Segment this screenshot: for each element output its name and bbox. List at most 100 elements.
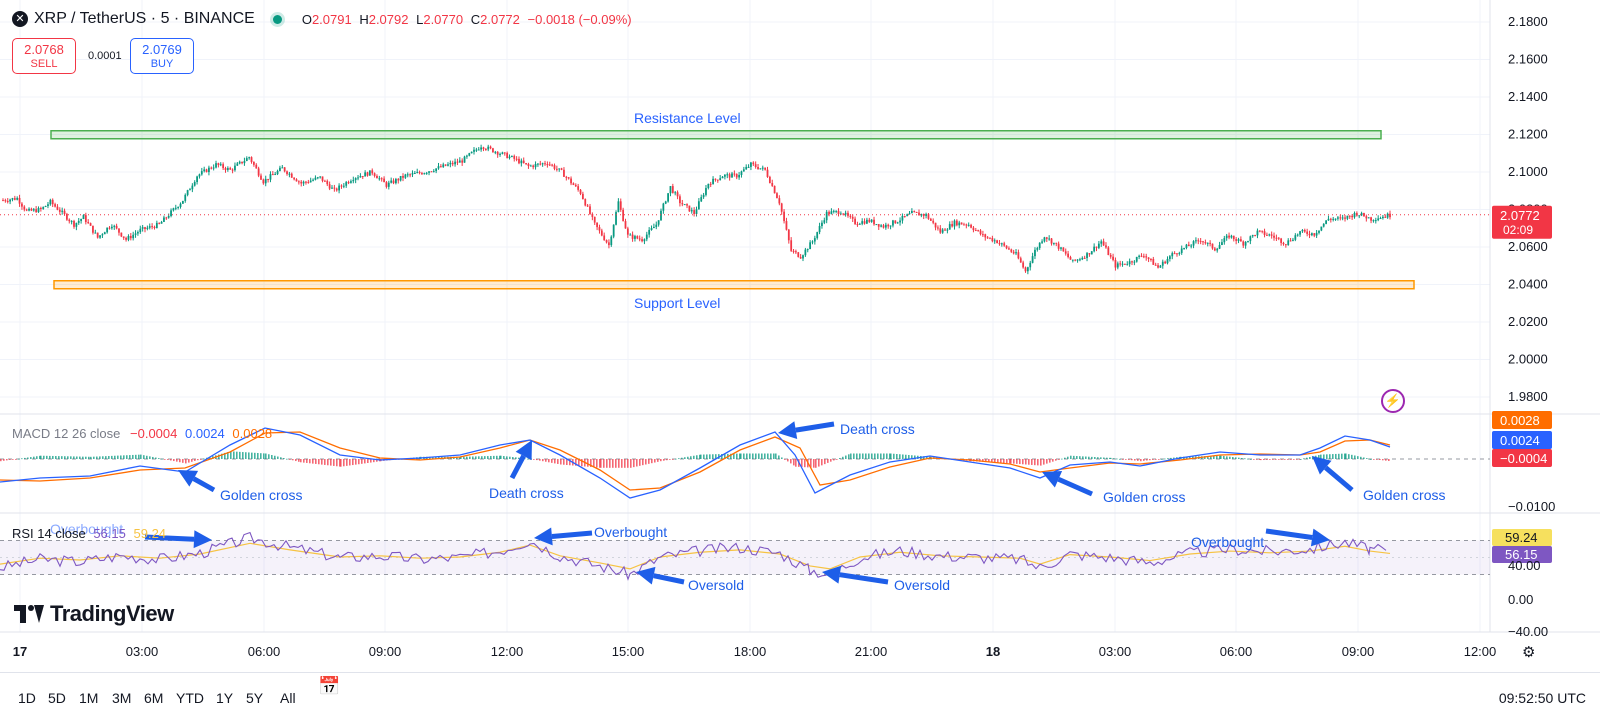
range-button-1d[interactable]: 1D (18, 690, 36, 706)
macd-hist-bar (633, 459, 635, 468)
candle-body (167, 216, 170, 218)
candle-body (790, 240, 793, 251)
candle-body (1346, 215, 1349, 219)
candle-body (203, 169, 206, 172)
range-button-all[interactable]: All (280, 690, 296, 706)
candle-body (1232, 235, 1235, 240)
macd-hist-bar (746, 453, 748, 459)
macd-legend[interactable]: MACD 12 26 close −0.0004 0.0024 0.0028 (12, 426, 272, 441)
macd-hist-bar (1058, 459, 1060, 460)
candle-body (139, 228, 142, 233)
candle-body (245, 158, 248, 161)
candle-body (1334, 218, 1337, 220)
candle-body (1090, 251, 1093, 255)
macd-hist-bar (254, 452, 256, 459)
candle-body (2, 200, 4, 202)
macd-hist-bar (778, 455, 780, 459)
settings-gear-icon[interactable]: ⚙ (1522, 643, 1535, 661)
macd-hist-bar (848, 454, 850, 459)
macd-hist-bar (651, 459, 653, 464)
candle-body (28, 208, 30, 211)
market-open-icon (272, 14, 282, 24)
annotation-arrow-shaft (653, 573, 685, 585)
candle-body (425, 172, 428, 174)
range-button-6m[interactable]: 6M (144, 690, 163, 706)
clock[interactable]: 09:52:50 UTC (1499, 690, 1586, 706)
macd-hist-bar (1055, 459, 1057, 461)
change-value: −0.0018 (−0.09%) (527, 11, 632, 27)
macd-hist-bar (200, 459, 202, 460)
macd-hist-bar (99, 456, 101, 459)
range-button-3m[interactable]: 3M (112, 690, 131, 706)
annotation-arrow-shaft (551, 530, 593, 539)
range-button-5d[interactable]: 5D (48, 690, 66, 706)
macd-hist-bar (615, 459, 617, 468)
candle-body (889, 225, 892, 227)
sell-button[interactable]: 2.0768 SELL (12, 38, 76, 74)
macd-hist-bar (850, 453, 852, 459)
candle-body (624, 221, 627, 229)
macd-hist-bar (790, 459, 792, 464)
macd-hist-bar (781, 457, 783, 459)
macd-hist-bar (271, 455, 273, 459)
lightning-icon[interactable]: ⚡ (1381, 389, 1405, 413)
candle-body (1341, 217, 1344, 219)
macd-hist-bar (621, 459, 623, 468)
macd-hist-bar (752, 453, 754, 459)
candle-body (1116, 263, 1119, 268)
macd-hist-bar (563, 459, 565, 465)
macd-signal-value: 0.0028 (232, 426, 273, 441)
candle-body (1038, 242, 1041, 249)
candle-body (470, 151, 473, 154)
range-button-1m[interactable]: 1M (79, 690, 98, 706)
candle-body (1289, 240, 1292, 242)
macd-hist-bar (868, 453, 870, 459)
candle-body (160, 221, 163, 224)
date-range-icon[interactable]: 📅 (318, 676, 340, 697)
macd-hist-bar (346, 459, 348, 466)
candle-body (787, 229, 790, 241)
candle-body (1277, 237, 1280, 239)
candle-body (1303, 230, 1306, 232)
macd-hist-bar (1049, 459, 1051, 463)
exchange-logo-icon[interactable]: ✕ (12, 11, 28, 27)
candle-body (118, 228, 120, 233)
macd-hist-bar (173, 459, 175, 462)
candle-body (186, 190, 189, 195)
candle-body (937, 227, 939, 229)
rsi-legend[interactable]: RSI 14 close 56.15 59.24 (12, 526, 166, 541)
candle-body (241, 161, 243, 164)
symbol-title[interactable]: XRP / TetherUS · 5 · BINANCE (34, 10, 255, 28)
macd-hist-bar (15, 459, 17, 460)
candle-body (66, 213, 68, 220)
candle-body (1124, 263, 1126, 265)
buy-button[interactable]: 2.0769 BUY (130, 38, 194, 74)
range-button-ytd[interactable]: YTD (176, 690, 204, 706)
macd-hist-bar (1229, 456, 1231, 459)
price-tick-label: 2.0200 (1508, 314, 1548, 329)
candle-body (828, 211, 830, 215)
macd-hist-bar (1373, 459, 1375, 460)
time-tick-label: 06:00 (1220, 644, 1253, 659)
candle-body (726, 174, 729, 176)
macd-hist-bar (1070, 455, 1072, 459)
chart-canvas[interactable]: 2.18002.16002.14002.12002.10002.08002.06… (0, 0, 1600, 721)
range-button-5y[interactable]: 5Y (246, 690, 263, 706)
candle-body (766, 169, 769, 177)
macd-hist-bar (1028, 459, 1030, 465)
macd-hist-bar (630, 459, 632, 468)
macd-hist-bar (627, 459, 629, 468)
macd-hist-bar (1329, 454, 1331, 459)
candle-body (544, 163, 546, 165)
rsi-annotation: Oversold (894, 577, 951, 593)
candle-body (1159, 265, 1162, 268)
macd-hist-bar (899, 454, 901, 459)
range-button-1y[interactable]: 1Y (216, 690, 233, 706)
candle-body (1348, 215, 1351, 217)
candle-body (1296, 234, 1299, 236)
macd-hist-bar (21, 458, 23, 460)
candle-body (170, 210, 172, 217)
candle-body (290, 173, 293, 178)
candle-body (719, 178, 722, 181)
candle-body (626, 228, 629, 235)
